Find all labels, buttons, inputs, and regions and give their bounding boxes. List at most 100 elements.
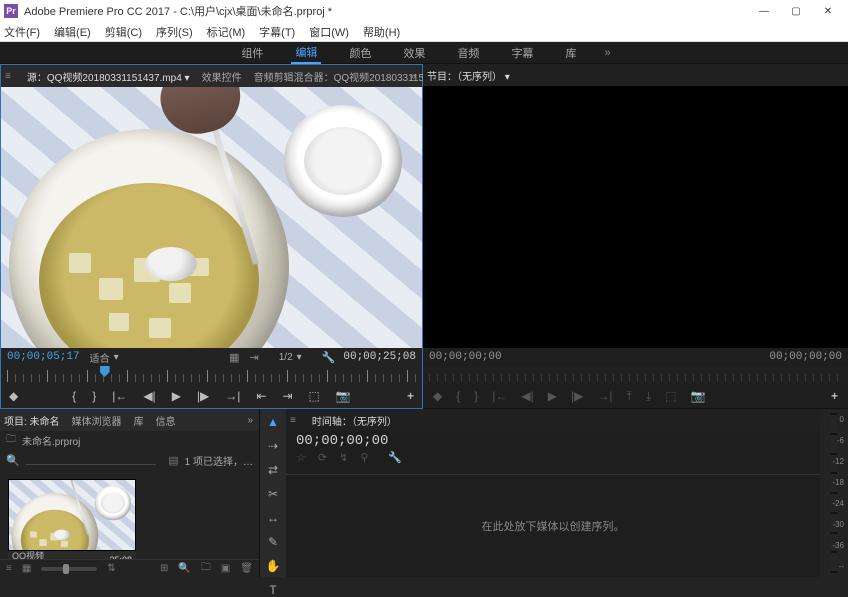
- add-marker-icon[interactable]: ↯: [339, 451, 348, 464]
- find-icon[interactable]: 🔍: [178, 563, 190, 574]
- libraries-tab[interactable]: 库: [134, 413, 144, 428]
- step-back-button[interactable]: ◀|: [521, 389, 533, 403]
- menu-help[interactable]: 帮助(H): [363, 24, 400, 40]
- transport-settings-icon[interactable]: ⇥: [250, 351, 259, 364]
- program-time-ruler[interactable]: [423, 366, 848, 384]
- auto-sequence-icon[interactable]: ⊞: [160, 563, 168, 574]
- linked-selection-icon[interactable]: ⟳: [318, 451, 327, 464]
- step-forward-button[interactable]: |▶: [197, 389, 209, 403]
- pen-tool[interactable]: ✎: [264, 535, 282, 549]
- overwrite-button[interactable]: ⇥: [282, 389, 292, 403]
- project-tab[interactable]: 项目: 未命名: [4, 413, 60, 428]
- menu-file[interactable]: 文件(F): [4, 24, 40, 40]
- razor-tool[interactable]: ✂: [264, 487, 282, 501]
- new-item-icon[interactable]: ▣: [221, 563, 230, 574]
- menu-clip[interactable]: 剪辑(C): [105, 24, 142, 40]
- program-in-timecode[interactable]: 00;00;00;00: [429, 351, 502, 363]
- project-bin-area[interactable]: QQ视频20180331151437… 25;08: [0, 471, 259, 559]
- extract-button[interactable]: ⤓: [646, 389, 651, 404]
- panel-menu-icon[interactable]: ≡: [5, 71, 11, 82]
- info-tab[interactable]: 信息: [156, 413, 176, 428]
- step-forward-button[interactable]: |▶: [571, 389, 583, 403]
- workspace-tab-editing[interactable]: 编辑: [291, 42, 321, 64]
- play-button[interactable]: ▶: [172, 389, 181, 403]
- clip-thumbnail[interactable]: [8, 479, 136, 551]
- source-fit-dropdown[interactable]: 适合 ▾: [90, 350, 119, 365]
- source-tab[interactable]: 源：QQ视频20180331151437.mp4 ▾: [27, 69, 190, 84]
- program-monitor-video[interactable]: [423, 86, 848, 348]
- panel-overflow-icon[interactable]: »: [410, 71, 416, 82]
- safe-margins-icon[interactable]: ▦: [229, 351, 239, 364]
- menu-window[interactable]: 窗口(W): [309, 24, 349, 40]
- source-monitor-video[interactable]: [1, 87, 422, 348]
- menu-title[interactable]: 字幕(T): [259, 24, 295, 40]
- export-frame-button[interactable]: ⬚: [309, 389, 320, 403]
- settings-wrench-icon[interactable]: 🔧: [322, 351, 336, 364]
- mark-out-button[interactable]: }: [474, 389, 478, 403]
- lift-button[interactable]: ⤒: [626, 389, 631, 404]
- mark-out-button[interactable]: }: [92, 389, 96, 403]
- source-resolution-dropdown[interactable]: 1/2 ▾: [279, 352, 302, 363]
- menu-sequence[interactable]: 序列(S): [156, 24, 193, 40]
- step-back-button[interactable]: ◀|: [143, 389, 155, 403]
- icon-view-icon[interactable]: ▦: [22, 563, 31, 574]
- ripple-edit-tool[interactable]: ⇄: [264, 463, 282, 477]
- go-to-out-button[interactable]: →|: [597, 389, 612, 403]
- type-tool[interactable]: T: [264, 583, 282, 597]
- workspace-tab-effects[interactable]: 效果: [399, 43, 429, 63]
- button-editor-plus[interactable]: +: [407, 389, 414, 403]
- mark-in-button[interactable]: {: [72, 389, 76, 403]
- slip-tool[interactable]: ↔: [264, 511, 282, 525]
- insert-button[interactable]: ⇤: [256, 389, 266, 403]
- mark-in-button[interactable]: {: [456, 389, 460, 403]
- effect-controls-tab[interactable]: 效果控件: [202, 69, 242, 84]
- timeline-timecode[interactable]: 00;00;00;00: [296, 433, 810, 449]
- menu-markers[interactable]: 标记(M): [207, 24, 246, 40]
- filter-bin-icon[interactable]: ▤: [168, 454, 178, 467]
- window-minimize-button[interactable]: —: [748, 0, 780, 22]
- track-select-tool[interactable]: ⇢: [264, 439, 282, 453]
- media-browser-tab[interactable]: 媒体浏览器: [72, 413, 122, 428]
- timeline-settings-icon[interactable]: ⚲: [360, 451, 368, 464]
- source-out-timecode[interactable]: 00;00;25;08: [343, 351, 416, 363]
- source-time-ruler[interactable]: [1, 366, 422, 384]
- go-to-in-button[interactable]: |←: [492, 389, 507, 403]
- selection-tool[interactable]: ▲: [264, 415, 282, 429]
- button-editor-plus[interactable]: +: [831, 389, 838, 403]
- play-button[interactable]: ▶: [548, 389, 557, 403]
- window-maximize-button[interactable]: ▢: [780, 0, 812, 22]
- wrench-icon[interactable]: 🔧: [388, 451, 402, 464]
- thumbnail-size-slider[interactable]: [41, 567, 97, 571]
- workspace-tab-libraries[interactable]: 库: [561, 43, 580, 63]
- workspace-tab-audio[interactable]: 音频: [453, 43, 483, 63]
- workspace-tab-assembly[interactable]: 组件: [237, 43, 267, 63]
- camera-button[interactable]: 📷: [336, 389, 351, 403]
- timeline-tab[interactable]: 时间轴：（无序列）: [312, 413, 397, 428]
- export-frame-button[interactable]: ⬚: [665, 389, 676, 403]
- go-to-in-button[interactable]: |←: [112, 389, 127, 403]
- new-bin-icon[interactable]: 🗀: [201, 560, 211, 577]
- source-in-timecode[interactable]: 00;00;05;17: [7, 351, 80, 363]
- source-dropdown-icon[interactable]: ▾: [185, 73, 190, 84]
- search-input[interactable]: [26, 455, 157, 465]
- add-marker-button[interactable]: ◆: [433, 389, 442, 403]
- delete-icon[interactable]: 🗑: [240, 563, 253, 574]
- hand-tool[interactable]: ✋: [264, 559, 282, 573]
- clip-item[interactable]: QQ视频20180331151437… 25;08: [8, 479, 136, 559]
- program-out-timecode[interactable]: 00;00;00;00: [769, 351, 842, 363]
- panel-overflow-icon[interactable]: »: [247, 415, 253, 426]
- workspace-tab-color[interactable]: 颜色: [345, 43, 375, 63]
- snap-icon[interactable]: ☆: [296, 451, 306, 464]
- window-close-button[interactable]: ✕: [812, 0, 844, 22]
- sort-icon[interactable]: ⇅: [107, 563, 115, 574]
- camera-button[interactable]: 📷: [690, 389, 705, 403]
- menu-edit[interactable]: 编辑(E): [54, 24, 91, 40]
- list-view-icon[interactable]: ≡: [6, 563, 12, 574]
- bin-back-icon[interactable]: 🗀: [6, 432, 16, 449]
- go-to-out-button[interactable]: →|: [225, 389, 240, 403]
- program-tab[interactable]: 节目：（无序列） ▾: [427, 68, 510, 83]
- add-marker-button[interactable]: ◆: [9, 389, 18, 403]
- panel-menu-icon[interactable]: ≡: [290, 415, 296, 426]
- timeline-drop-area[interactable]: 在此处放下媒体以创建序列。: [286, 474, 820, 577]
- search-icon[interactable]: 🔍: [6, 454, 20, 467]
